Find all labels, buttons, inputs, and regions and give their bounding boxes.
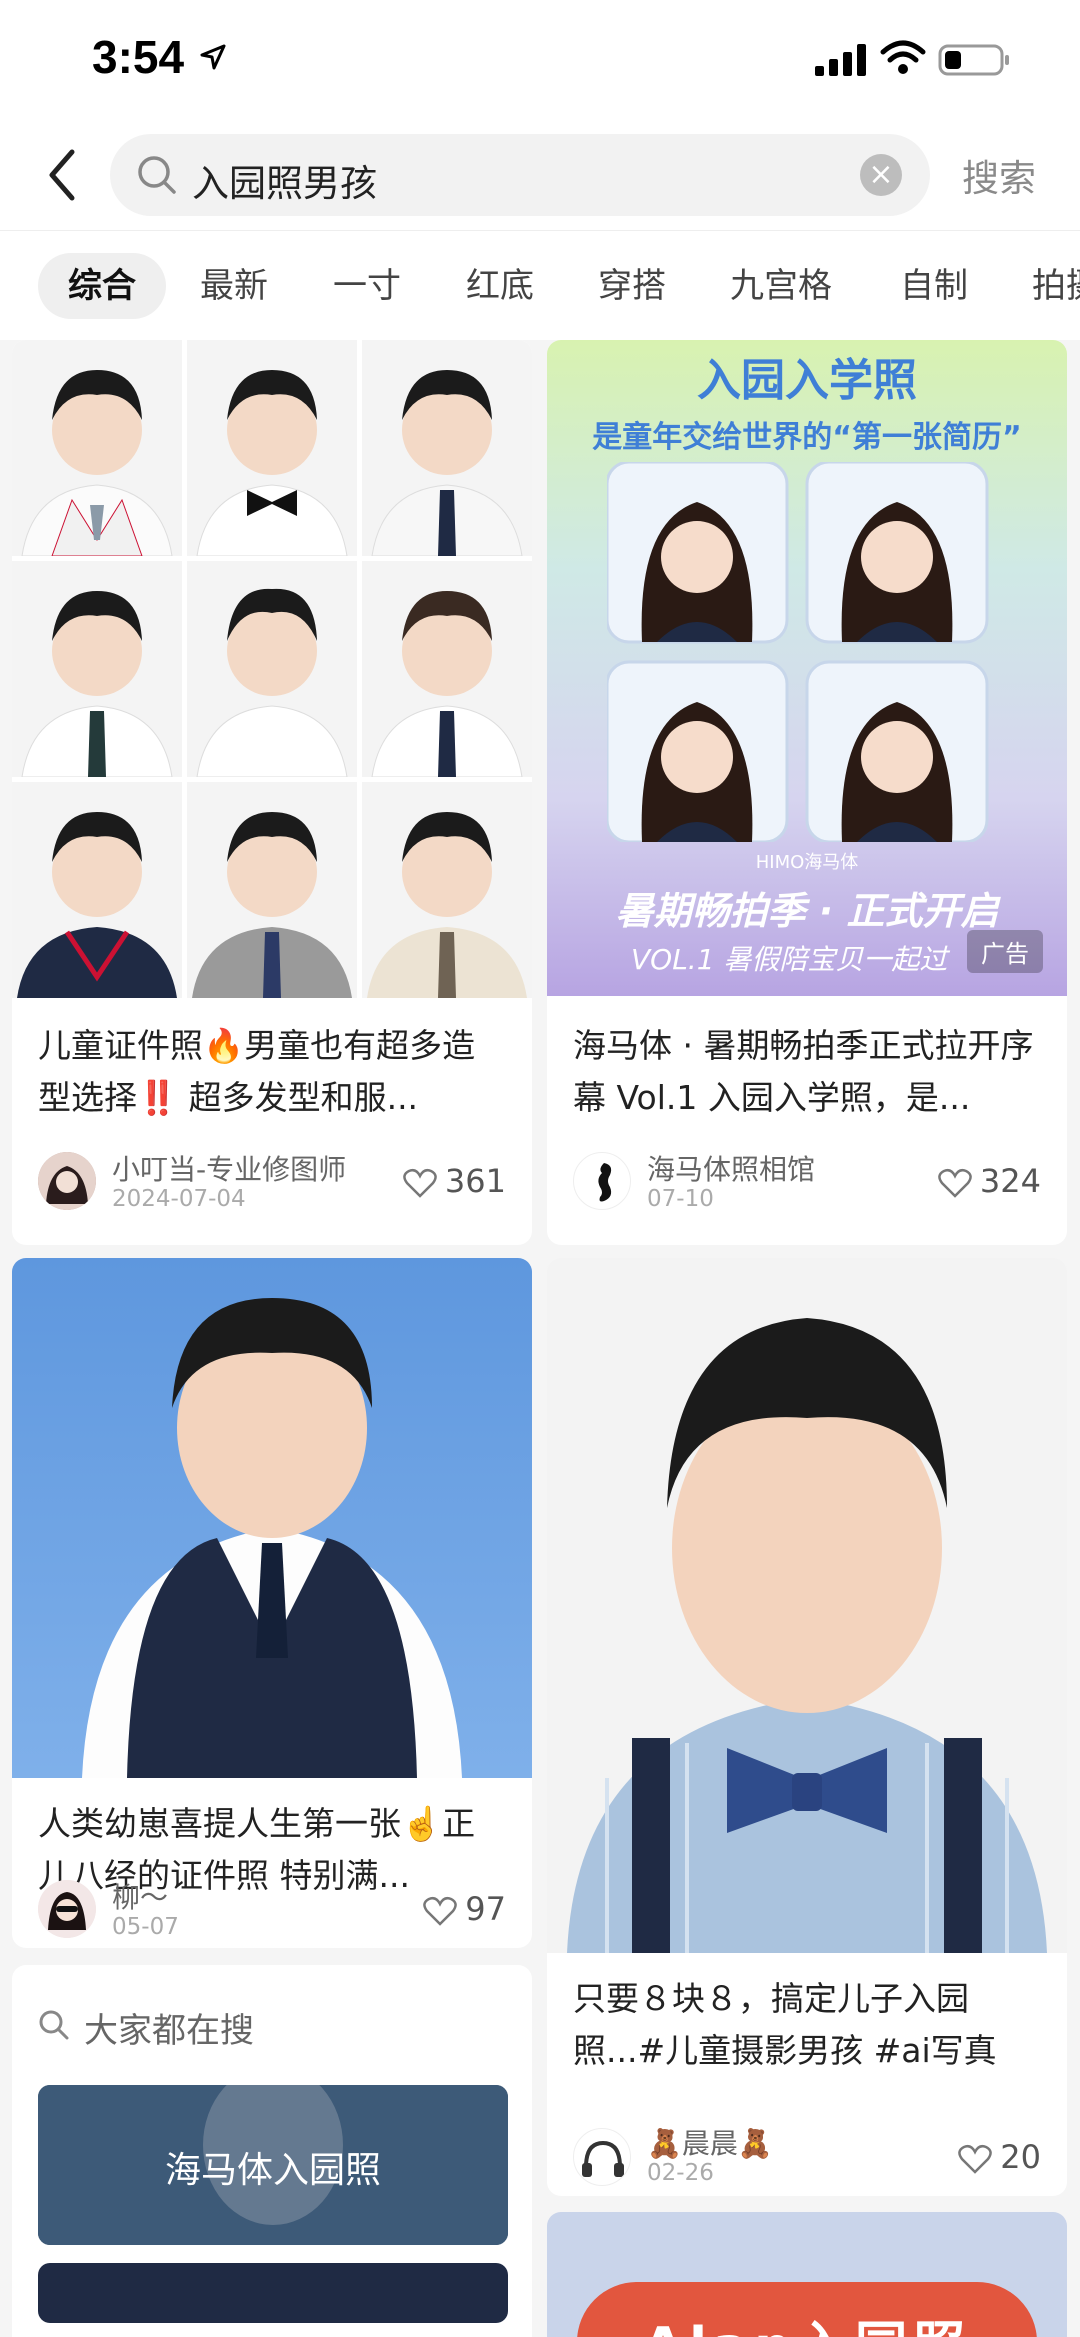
like-count[interactable]: 20 [958, 2138, 1041, 2176]
cellular-signal-icon [815, 44, 866, 76]
clear-search-icon[interactable]: × [860, 154, 902, 196]
ad-badge: 广告 [967, 930, 1043, 973]
seahorse-logo-icon [598, 1163, 612, 1202]
tab-outfit[interactable]: 穿搭 [598, 253, 666, 319]
portrait-thumbnail [12, 782, 182, 998]
heart-icon[interactable] [403, 1168, 437, 1198]
author-avatar[interactable] [38, 1152, 96, 1210]
battery-icon [938, 44, 1009, 76]
status-bar: 3:54 [0, 0, 1080, 120]
author-name[interactable]: 小叮当-专业修图师 [112, 1148, 346, 1188]
heart-icon[interactable] [423, 1896, 458, 1926]
results-feed: 儿童证件照🔥男童也有超多造型选择‼️ 超多发型和服... 小叮当-专业修图师 2… [0, 340, 1080, 2337]
like-count-value: 324 [979, 1162, 1041, 1200]
like-count[interactable]: 361 [403, 1162, 506, 1200]
partial-banner-text: Alan入园照 [577, 2304, 1037, 2337]
post-card[interactable]: 人类幼崽喜提人生第一张☝️正儿八经的证件照 特别满... 柳～ 05-07 97 [12, 1258, 532, 1948]
like-count-value: 97 [465, 1890, 506, 1928]
tab-shooting[interactable]: 拍摄 [1032, 253, 1080, 319]
suggestion-item[interactable] [38, 2263, 508, 2323]
portrait-thumbnail [362, 782, 532, 998]
tab-red-background[interactable]: 红底 [466, 253, 534, 319]
post-image [547, 1258, 1067, 1953]
post-title[interactable]: 只要８块８，搞定儿子入园照...#儿童摄影男孩 #ai写真 [573, 1973, 1041, 2077]
portrait-thumbnail [187, 561, 357, 777]
post-date: 2024-07-04 [112, 1186, 246, 1212]
portrait-thumbnail [362, 340, 532, 556]
tab-diy[interactable]: 自制 [900, 253, 968, 319]
portrait-thumbnail [187, 782, 357, 998]
heart-icon[interactable] [958, 2144, 993, 2174]
tab-one-inch[interactable]: 一寸 [333, 253, 401, 319]
search-suggestions-card: 大家都在搜 海马体入园照 [12, 1965, 532, 2337]
tab-comprehensive[interactable]: 综合 [38, 253, 166, 319]
status-time: 3:54 [92, 31, 185, 83]
like-count[interactable]: 97 [423, 1890, 506, 1928]
post-date: 05-07 [112, 1914, 179, 1940]
post-card[interactable]: 儿童证件照🔥男童也有超多造型选择‼️ 超多发型和服... 小叮当-专业修图师 2… [12, 340, 532, 1245]
post-card[interactable]: 只要８块８，搞定儿子入园照...#儿童摄影男孩 #ai写真 🧸晨晨🧸 02-26… [547, 1258, 1067, 2196]
search-header: 入园照男孩 × 搜索 [0, 120, 1080, 230]
portrait-thumbnail [12, 561, 182, 777]
like-count-value: 361 [444, 1162, 506, 1200]
post-date: 07-10 [647, 1186, 714, 1212]
boy-portrait-blue [82, 1298, 462, 1778]
headphones-avatar-icon [582, 2140, 624, 2177]
search-button[interactable]: 搜索 [962, 148, 1036, 202]
author-name[interactable]: 海马体照相馆 [647, 1148, 815, 1188]
wifi-icon [880, 40, 926, 74]
banner-vol: VOL.1 暑假陪宝贝一起过 [631, 943, 948, 976]
author-name[interactable]: 柳～ [112, 1876, 168, 1916]
post-date: 02-26 [647, 2160, 714, 2186]
banner-slogan: 暑期畅拍季 · 正式开启 [615, 889, 999, 933]
tab-latest[interactable]: 最新 [200, 253, 268, 319]
like-count[interactable]: 324 [938, 1162, 1041, 1200]
banner-subheading: 是童年交给世界的“第一张简历” [592, 420, 1022, 455]
brand-mark: HIMO海马体 [755, 852, 859, 873]
author-avatar[interactable] [38, 1880, 96, 1938]
filter-tabs: 综合 最新 一寸 红底 穿搭 九宫格 自制 拍摄 [0, 230, 1080, 340]
post-title[interactable]: 人类幼崽喜提人生第一张☝️正儿八经的证件照 特别满... [38, 1798, 506, 1902]
portrait-thumbnail [12, 340, 182, 556]
ad-banner-image: 入园入学照 是童年交给世界的“第一张简历” HIMO海马体 暑期畅拍季 · 正式… [547, 340, 1067, 996]
partial-banner: Alan入园照 [577, 2282, 1037, 2337]
suggestion-label: 海马体入园照 [164, 2150, 381, 2191]
boy-portrait-bowtie [547, 1258, 1067, 1953]
portrait-thumbnail [187, 340, 357, 556]
like-count-value: 20 [1000, 2138, 1041, 2176]
author-avatar[interactable] [573, 1152, 631, 1210]
back-chevron-icon[interactable] [38, 142, 88, 208]
suggestions-title: 大家都在搜 [84, 2011, 254, 2051]
tab-nine-grid[interactable]: 九宫格 [730, 253, 832, 319]
author-avatar[interactable] [573, 2128, 631, 2186]
banner-heading: 入园入学照 [697, 355, 917, 406]
search-input[interactable]: 入园照男孩 × [110, 134, 930, 216]
search-icon [138, 156, 176, 194]
search-results-page: 3:54 入园照男孩 × 搜索 综合 最新 一寸 红底 穿搭 九宫格 自制 拍 … [0, 0, 1080, 2337]
location-arrow-icon [200, 44, 226, 70]
suggestion-item[interactable]: 海马体入园照 [38, 2085, 508, 2245]
post-image-grid [12, 340, 532, 998]
girl-portrait-grid [607, 462, 989, 842]
author-name[interactable]: 🧸晨晨🧸 [647, 2122, 773, 2162]
post-card-ad[interactable]: 入园入学照 是童年交给世界的“第一张简历” HIMO海马体 暑期畅拍季 · 正式… [547, 340, 1067, 1245]
post-title[interactable]: 儿童证件照🔥男童也有超多造型选择‼️ 超多发型和服... [38, 1020, 506, 1124]
post-title[interactable]: 海马体 · 暑期畅拍季正式拉开序幕 Vol.1 入园入学照，是... [573, 1020, 1041, 1124]
portrait-thumbnail [362, 561, 532, 777]
search-query-text[interactable]: 入园照男孩 [192, 153, 377, 207]
post-image [12, 1258, 532, 1778]
heart-icon[interactable] [938, 1168, 972, 1198]
post-card-partial[interactable]: Alan入园照 [547, 2212, 1067, 2337]
search-icon [39, 2010, 69, 2040]
